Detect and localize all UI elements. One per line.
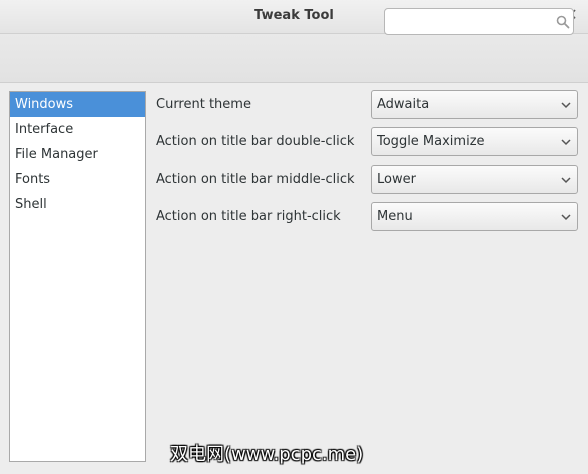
chevron-down-icon xyxy=(561,102,571,109)
theme-dropdown[interactable]: Adwaita xyxy=(371,90,578,119)
dropdown-value: Menu xyxy=(377,209,413,224)
sidebar-item-interface[interactable]: Interface xyxy=(10,117,145,142)
sidebar-item-label: Shell xyxy=(15,197,47,212)
sidebar-item-file-manager[interactable]: File Manager xyxy=(10,142,145,167)
watermark: 双电网(www.pcpc.me) xyxy=(170,444,364,465)
right-click-dropdown[interactable]: Menu xyxy=(371,202,578,231)
double-click-dropdown[interactable]: Toggle Maximize xyxy=(371,127,578,156)
tweak-tool-window: Tweak Tool ✕ Windows Interface File Mana… xyxy=(0,0,588,474)
sidebar-item-fonts[interactable]: Fonts xyxy=(10,167,145,192)
setting-row-double-click: Action on title bar double-click Toggle … xyxy=(156,127,578,157)
chevron-down-icon xyxy=(561,139,571,146)
sidebar-item-label: Interface xyxy=(15,122,74,137)
search-input[interactable] xyxy=(384,8,574,35)
dropdown-value: Adwaita xyxy=(377,97,430,112)
dropdown-value: Lower xyxy=(377,172,416,187)
chevron-down-icon xyxy=(561,214,571,221)
sidebar-item-label: File Manager xyxy=(15,147,98,162)
sidebar-item-windows[interactable]: Windows xyxy=(10,92,145,117)
sidebar-item-label: Windows xyxy=(15,97,74,112)
chevron-down-icon xyxy=(561,177,571,184)
setting-row-middle-click: Action on title bar middle-click Lower xyxy=(156,165,578,195)
sidebar-item-label: Fonts xyxy=(15,172,51,187)
setting-label: Action on title bar middle-click xyxy=(156,172,355,187)
middle-click-dropdown[interactable]: Lower xyxy=(371,165,578,194)
setting-label: Action on title bar double-click xyxy=(156,134,355,149)
setting-label: Action on title bar right-click xyxy=(156,209,341,224)
setting-row-current-theme: Current theme Adwaita xyxy=(156,90,578,120)
sidebar-item-shell[interactable]: Shell xyxy=(10,192,145,217)
search-icon xyxy=(556,15,570,29)
setting-label: Current theme xyxy=(156,97,251,112)
dropdown-value: Toggle Maximize xyxy=(377,134,485,149)
sidebar: Windows Interface File Manager Fonts She… xyxy=(9,91,146,462)
setting-row-right-click: Action on title bar right-click Menu xyxy=(156,202,578,232)
toolbar xyxy=(0,34,588,83)
